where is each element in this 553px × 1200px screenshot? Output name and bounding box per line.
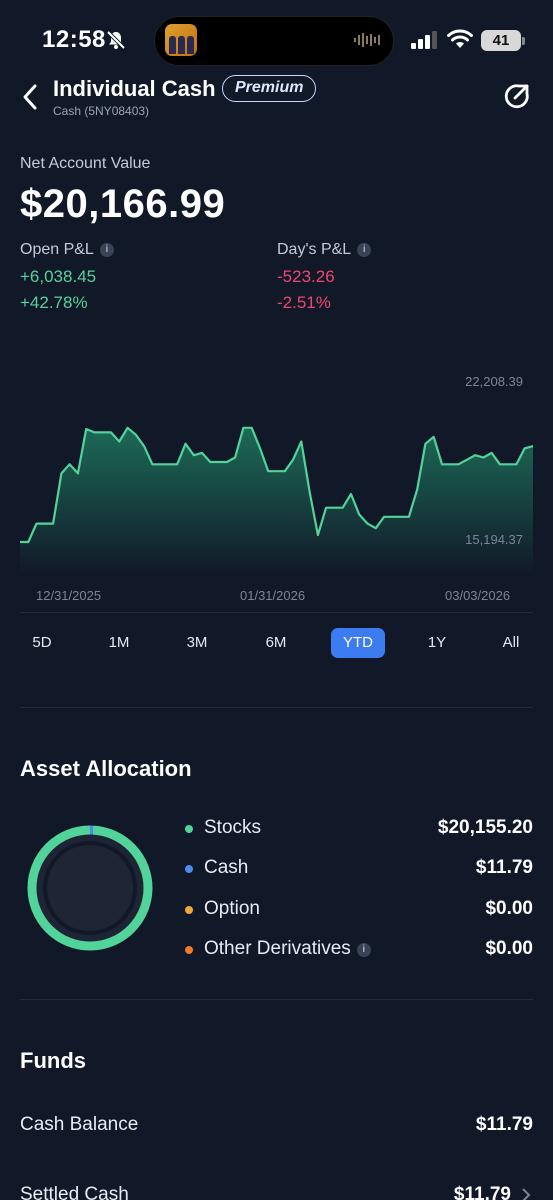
fund-value: $11.79 [453,1184,511,1200]
chart-divider [20,612,533,613]
day-pl-label: Day's P&L i [277,241,372,259]
allocation-row-cash[interactable]: Cash $11.79 [185,856,533,882]
open-pl-label: Open P&L i [20,241,114,259]
range-tab-5d[interactable]: 5D [22,628,62,658]
x-tick-label: 03/03/2026 [445,588,511,603]
allocation-name: Cash [204,857,249,878]
share-icon[interactable] [503,82,531,110]
info-icon[interactable]: i [357,243,372,257]
range-tab-1m[interactable]: 1M [99,628,139,658]
allocation-amount: $0.00 [485,898,533,919]
fund-label: Cash Balance [20,1114,139,1135]
open-pl-value: +6,038.45 [20,267,97,286]
net-account-value: $20,166.99 [20,182,226,226]
allocation-amount: $0.00 [485,938,533,959]
legend-dot [185,825,193,833]
allocation-name: Stocks [204,817,262,838]
range-tab-3m[interactable]: 3M [177,628,217,658]
fund-row-settled-cash[interactable]: Settled Cash $11.79 [20,1184,533,1200]
legend-dot [185,946,193,954]
legend-dot [185,865,193,873]
account-title: Individual Cash [53,76,216,101]
range-tab-6m[interactable]: 6M [256,628,296,658]
status-time: 12:58 [42,26,106,53]
audio-waveform-icon [354,33,380,47]
allocation-name: Option [204,898,260,919]
back-chevron-icon[interactable] [18,82,44,112]
allocation-row-option[interactable]: Option $0.00 [185,897,533,923]
section-divider [20,707,533,708]
fund-label: Settled Cash [20,1184,129,1200]
fund-row-cash-balance[interactable]: Cash Balance $11.79 [20,1114,533,1136]
chevron-right-icon [522,1188,531,1200]
account-value-chart[interactable] [0,360,553,580]
info-icon[interactable]: i [356,943,371,957]
range-tab-1y[interactable]: 1Y [417,628,457,658]
x-tick-label: 12/31/2025 [36,588,102,603]
allocation-row-other-derivatives[interactable]: Other Derivatives i $0.00 [185,937,533,963]
allocation-amount: $11.79 [475,857,533,878]
allocation-amount: $20,155.20 [437,817,533,838]
signal-icon [411,31,437,49]
day-pl-label-text: Day's P&L [277,241,352,258]
y-max-label: 22,208.39 [465,374,523,389]
day-pl-percent: -2.51% [277,293,331,312]
legend-dot [185,906,193,914]
open-pl-percent: +42.78% [20,293,88,312]
info-icon[interactable]: i [99,243,114,257]
allocation-name-text: Other Derivatives [204,938,351,959]
fund-value: $11.79 [475,1114,533,1135]
chart-area-fill [20,427,533,575]
account-subtitle: Cash (5NY08403) [53,104,150,118]
range-tab-ytd[interactable]: YTD [331,628,385,658]
day-pl-value: -523.26 [277,267,335,286]
premium-badge[interactable]: Premium [222,75,317,102]
x-tick-label: 01/31/2026 [240,588,306,603]
range-tab-all[interactable]: All [491,628,531,658]
section-divider [20,999,533,1000]
battery-tip [522,37,525,45]
allocation-donut-chart[interactable] [26,824,154,952]
battery-icon: 41 [481,30,521,51]
asset-allocation-title: Asset Allocation [20,756,192,781]
y-min-label: 15,194.37 [465,532,523,547]
allocation-row-stocks[interactable]: Stocks $20,155.20 [185,816,533,842]
album-art-icon [165,24,197,56]
open-pl-label-text: Open P&L [20,241,94,258]
allocation-name: Other Derivatives i [204,938,371,960]
net-account-value-label: Net Account Value [20,155,151,172]
bell-slash-icon [106,30,126,50]
funds-title: Funds [20,1048,86,1073]
wifi-icon [447,29,473,48]
